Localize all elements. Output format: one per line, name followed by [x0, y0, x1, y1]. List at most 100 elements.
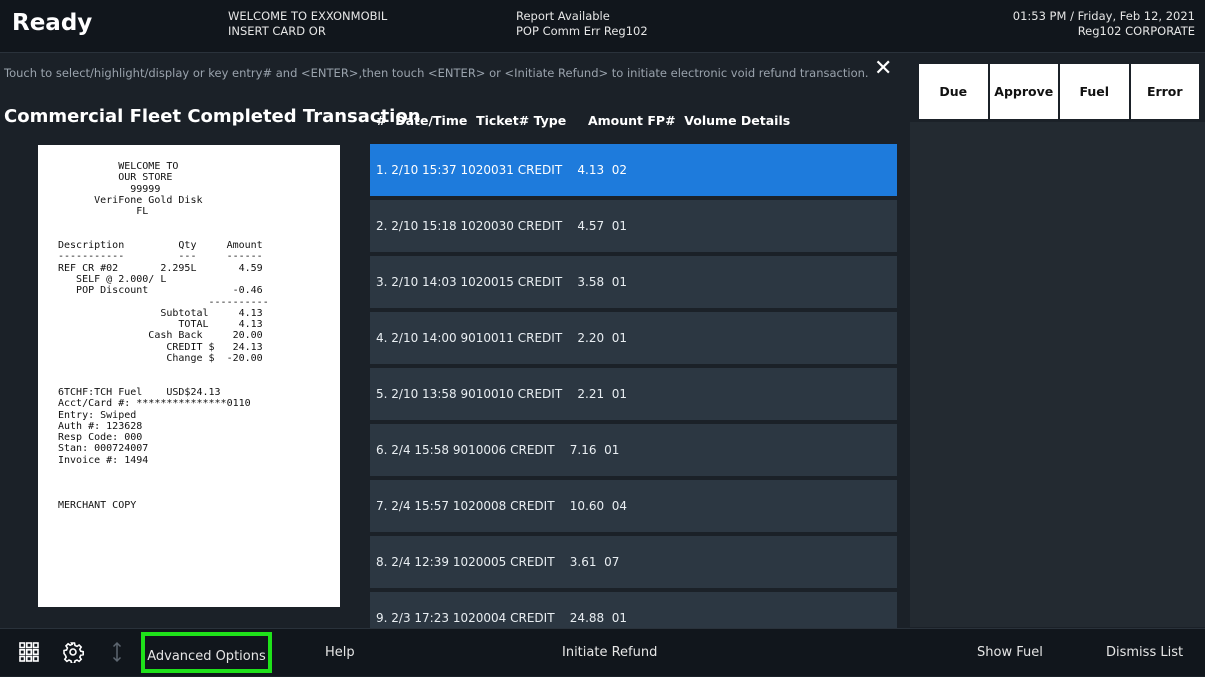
row-ticket: 9010010 — [460, 387, 514, 401]
row-datetime: 2/10 15:37 — [391, 163, 457, 177]
row-datetime: 2/3 17:23 — [391, 611, 449, 625]
row-datetime: 2/4 15:58 — [391, 443, 449, 457]
date-time: 01:53 PM / Friday, Feb 12, 2021 — [1012, 9, 1195, 23]
panel-title: Commercial Fleet Completed Transaction — [4, 106, 421, 127]
transaction-row[interactable]: 5. 2/10 13:58 9010010 CREDIT 2.21 01 — [370, 368, 897, 420]
dismiss-list-button[interactable]: Dismiss List — [1106, 629, 1183, 676]
tab-approve[interactable]: Approve — [989, 64, 1058, 119]
col-datetime: Date/Time — [395, 113, 468, 128]
row-fp: 01 — [611, 331, 628, 345]
top-status-bar: Ready WELCOME TO EXXONMOBIL INSERT CARD … — [0, 0, 1205, 53]
transaction-row[interactable]: 7. 2/4 15:57 1020008 CREDIT 10.60 04 — [370, 480, 897, 532]
row-amount: 24.88 — [569, 611, 605, 625]
sort-arrows-icon[interactable] — [106, 641, 128, 663]
row-num: 5. — [376, 387, 388, 401]
row-ticket: 1020030 — [460, 219, 514, 233]
row-type: CREDIT — [510, 611, 555, 625]
row-num: 9. — [376, 611, 388, 625]
row-fp: 01 — [611, 275, 628, 289]
col-fp: FP# — [647, 113, 676, 128]
row-type: CREDIT — [517, 387, 563, 401]
row-datetime: 2/10 14:00 — [391, 331, 457, 345]
report-line-2: POP Comm Err Reg102 — [516, 24, 648, 38]
row-ticket: 1020031 — [460, 163, 514, 177]
row-ticket: 1020005 — [452, 555, 507, 569]
apps-grid-icon[interactable] — [18, 641, 40, 663]
row-fp: 01 — [604, 443, 620, 457]
right-panel — [910, 122, 1205, 627]
advanced-options-button[interactable]: Advanced Options — [141, 632, 272, 673]
bottom-toolbar: Advanced Options Help Initiate Refund Sh… — [0, 628, 1205, 676]
report-notice: Report Available POP Comm Err Reg102 — [516, 9, 648, 39]
row-amount: 4.13 — [577, 163, 605, 177]
col-volume: Volume — [684, 113, 737, 128]
row-datetime: 2/10 14:03 — [391, 275, 457, 289]
receipt-text: WELCOME TO OUR STORE 99999 VeriFone Gold… — [58, 161, 269, 511]
list-column-header: # Date/Time Ticket# Type Amount FP# Volu… — [376, 113, 790, 128]
row-num: 6. — [376, 443, 388, 457]
report-line-1: Report Available — [516, 9, 610, 23]
col-type: Type — [533, 113, 567, 128]
row-type: CREDIT — [517, 163, 563, 177]
row-ticket: 9010006 — [452, 443, 507, 457]
show-fuel-button[interactable]: Show Fuel — [977, 629, 1043, 676]
row-type: CREDIT — [510, 555, 555, 569]
row-type: CREDIT — [517, 331, 563, 345]
row-num: 4. — [376, 331, 388, 345]
row-fp: 02 — [611, 163, 628, 177]
row-num: 2. — [376, 219, 388, 233]
transaction-list: 1. 2/10 15:37 1020031 CREDIT 4.13 02 2. … — [370, 144, 897, 628]
row-num: 3. — [376, 275, 388, 289]
row-type: CREDIT — [510, 499, 555, 513]
transaction-row[interactable]: 3. 2/10 14:03 1020015 CREDIT 3.58 01 — [370, 256, 897, 308]
row-amount: 10.60 — [569, 499, 605, 513]
filter-tabs: Due Approve Fuel Error — [919, 64, 1199, 119]
register-id: Reg102 CORPORATE — [1077, 24, 1195, 38]
transaction-row[interactable]: 4. 2/10 14:00 9010011 CREDIT 2.20 01 — [370, 312, 897, 364]
row-amount: 2.21 — [577, 387, 605, 401]
row-num: 1. — [376, 163, 388, 177]
instructions-text: Touch to select/highlight/display or key… — [4, 66, 869, 80]
initiate-refund-button[interactable]: Initiate Refund — [562, 629, 657, 676]
tab-error[interactable]: Error — [1130, 64, 1199, 119]
row-ticket: 9010011 — [460, 331, 514, 345]
row-fp: 04 — [611, 499, 628, 513]
row-datetime: 2/10 15:18 — [391, 219, 457, 233]
close-icon[interactable]: ✕ — [874, 56, 892, 81]
row-type: CREDIT — [510, 443, 555, 457]
col-ticket: Ticket# — [476, 113, 530, 128]
row-amount: 3.61 — [569, 555, 597, 569]
transaction-row[interactable]: 6. 2/4 15:58 9010006 CREDIT 7.16 01 — [370, 424, 897, 476]
transaction-row[interactable]: 2. 2/10 15:18 1020030 CREDIT 4.57 01 — [370, 200, 897, 252]
transaction-row[interactable]: 1. 2/10 15:37 1020031 CREDIT 4.13 02 — [370, 144, 897, 196]
row-amount: 3.58 — [577, 275, 605, 289]
row-type: CREDIT — [517, 275, 563, 289]
transaction-row[interactable]: 9. 2/3 17:23 1020004 CREDIT 24.88 01 — [370, 592, 897, 628]
welcome-line-2: INSERT CARD OR — [228, 24, 326, 38]
row-ticket: 1020008 — [452, 499, 507, 513]
row-fp: 01 — [611, 219, 628, 233]
row-datetime: 2/10 13:58 — [391, 387, 457, 401]
row-amount: 4.57 — [577, 219, 605, 233]
row-fp: 07 — [604, 555, 620, 569]
welcome-message: WELCOME TO EXXONMOBIL INSERT CARD OR — [228, 9, 387, 39]
row-num: 8. — [376, 555, 388, 569]
help-button[interactable]: Help — [325, 629, 355, 676]
clock-area: 01:53 PM / Friday, Feb 12, 2021 Reg102 C… — [1013, 9, 1195, 39]
row-datetime: 2/4 12:39 — [391, 555, 449, 569]
row-ticket: 1020004 — [452, 611, 507, 625]
row-fp: 01 — [611, 611, 628, 625]
tab-fuel[interactable]: Fuel — [1060, 64, 1129, 119]
col-amount: Amount — [587, 113, 644, 128]
transaction-row[interactable]: 8. 2/4 12:39 1020005 CREDIT 3.61 07 — [370, 536, 897, 588]
col-num: # — [376, 113, 387, 128]
row-num: 7. — [376, 499, 388, 513]
row-type: CREDIT — [517, 219, 563, 233]
row-amount: 7.16 — [569, 443, 597, 457]
row-amount: 2.20 — [577, 331, 605, 345]
tab-due[interactable]: Due — [919, 64, 988, 119]
row-fp: 01 — [611, 387, 628, 401]
status-title: Ready — [12, 10, 93, 36]
gear-icon[interactable] — [62, 641, 84, 663]
row-ticket: 1020015 — [460, 275, 514, 289]
